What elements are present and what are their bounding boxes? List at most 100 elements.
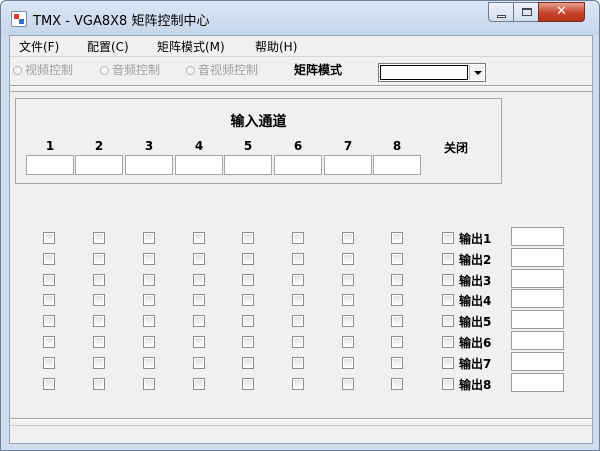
route-checkbox-out8-in4[interactable]: [193, 378, 205, 390]
route-checkbox-out3-in6[interactable]: [292, 274, 304, 286]
route-checkbox-out8-in1[interactable]: [43, 378, 55, 390]
route-checkbox-out7-in8[interactable]: [391, 357, 403, 369]
route-checkbox-out4-in3[interactable]: [143, 294, 155, 306]
route-checkbox-out4-in1[interactable]: [43, 294, 55, 306]
route-checkbox-out7-in5[interactable]: [242, 357, 254, 369]
route-checkbox-out8-in7[interactable]: [342, 378, 354, 390]
route-checkbox-out4-in5[interactable]: [242, 294, 254, 306]
output-5-box[interactable]: [511, 310, 564, 329]
route-checkbox-out3-in4[interactable]: [193, 274, 205, 286]
route-checkbox-out7-in7[interactable]: [342, 357, 354, 369]
route-checkbox-out8-in6[interactable]: [292, 378, 304, 390]
route-checkbox-out3-in5[interactable]: [242, 274, 254, 286]
route-checkbox-out4-in4[interactable]: [193, 294, 205, 306]
input-channel-3-box[interactable]: [125, 155, 173, 175]
input-channel-6-box[interactable]: [274, 155, 322, 175]
route-checkbox-out6-in2[interactable]: [93, 336, 105, 348]
route-checkbox-out6-in4[interactable]: [193, 336, 205, 348]
route-checkbox-out2-in2[interactable]: [93, 253, 105, 265]
route-checkbox-out2-in7[interactable]: [342, 253, 354, 265]
route-checkbox-out4-in6[interactable]: [292, 294, 304, 306]
route-checkbox-out8-in8[interactable]: [391, 378, 403, 390]
route-checkbox-out6-in6[interactable]: [292, 336, 304, 348]
input-channel-2-box[interactable]: [75, 155, 123, 175]
route-checkbox-out2-in4[interactable]: [193, 253, 205, 265]
dropdown-arrow-icon[interactable]: [469, 65, 484, 80]
output-1-box[interactable]: [511, 227, 564, 246]
route-checkbox-out3-in2[interactable]: [93, 274, 105, 286]
route-checkbox-out5-in7[interactable]: [342, 315, 354, 327]
output-3-box[interactable]: [511, 269, 564, 288]
route-checkbox-out1-in6[interactable]: [292, 232, 304, 244]
close-checkbox-out7[interactable]: [442, 357, 454, 369]
route-checkbox-out3-in8[interactable]: [391, 274, 403, 286]
route-checkbox-out7-in4[interactable]: [193, 357, 205, 369]
input-channel-4-box[interactable]: [175, 155, 223, 175]
route-checkbox-out1-in4[interactable]: [193, 232, 205, 244]
route-checkbox-out5-in4[interactable]: [193, 315, 205, 327]
menu-config[interactable]: 配置(C): [87, 38, 129, 55]
route-checkbox-out2-in8[interactable]: [391, 253, 403, 265]
input-channel-7-box[interactable]: [324, 155, 372, 175]
matrix-mode-select[interactable]: [378, 63, 486, 82]
route-checkbox-out5-in1[interactable]: [43, 315, 55, 327]
route-checkbox-out6-in5[interactable]: [242, 336, 254, 348]
radio-av-control[interactable]: 音视频控制: [186, 61, 258, 78]
route-checkbox-out6-in7[interactable]: [342, 336, 354, 348]
route-checkbox-out1-in1[interactable]: [43, 232, 55, 244]
route-checkbox-out4-in2[interactable]: [93, 294, 105, 306]
input-channel-1-box[interactable]: [26, 155, 74, 175]
route-checkbox-out3-in7[interactable]: [342, 274, 354, 286]
route-checkbox-out4-in7[interactable]: [342, 294, 354, 306]
route-checkbox-out4-in8[interactable]: [391, 294, 403, 306]
route-checkbox-out7-in6[interactable]: [292, 357, 304, 369]
route-checkbox-out5-in2[interactable]: [93, 315, 105, 327]
close-checkbox-out6[interactable]: [442, 336, 454, 348]
input-channel-5-box[interactable]: [224, 155, 272, 175]
route-checkbox-out6-in1[interactable]: [43, 336, 55, 348]
maximize-button[interactable]: [513, 2, 539, 22]
output-2-box[interactable]: [511, 248, 564, 267]
radio-video-control[interactable]: 视频控制: [13, 61, 73, 78]
route-checkbox-out8-in5[interactable]: [242, 378, 254, 390]
route-checkbox-out2-in3[interactable]: [143, 253, 155, 265]
close-checkbox-out2[interactable]: [442, 253, 454, 265]
output-7-box[interactable]: [511, 352, 564, 371]
route-checkbox-out6-in3[interactable]: [143, 336, 155, 348]
route-checkbox-out1-in5[interactable]: [242, 232, 254, 244]
input-channel-8-box[interactable]: [373, 155, 421, 175]
output-4-box[interactable]: [511, 289, 564, 308]
minimize-button[interactable]: [488, 2, 514, 22]
close-button[interactable]: ✕: [538, 2, 585, 22]
menu-file[interactable]: 文件(F): [19, 38, 59, 55]
close-checkbox-out3[interactable]: [442, 274, 454, 286]
route-checkbox-out2-in5[interactable]: [242, 253, 254, 265]
route-checkbox-out2-in1[interactable]: [43, 253, 55, 265]
radio-audio-control[interactable]: 音频控制: [100, 61, 160, 78]
route-checkbox-out5-in8[interactable]: [391, 315, 403, 327]
route-checkbox-out1-in8[interactable]: [391, 232, 403, 244]
route-checkbox-out8-in2[interactable]: [93, 378, 105, 390]
route-checkbox-out1-in7[interactable]: [342, 232, 354, 244]
output-8-box[interactable]: [511, 373, 564, 392]
route-checkbox-out1-in3[interactable]: [143, 232, 155, 244]
menu-help[interactable]: 帮助(H): [255, 38, 297, 55]
route-checkbox-out5-in5[interactable]: [242, 315, 254, 327]
route-checkbox-out6-in8[interactable]: [391, 336, 403, 348]
route-checkbox-out7-in1[interactable]: [43, 357, 55, 369]
route-checkbox-out7-in3[interactable]: [143, 357, 155, 369]
output-6-box[interactable]: [511, 331, 564, 350]
route-checkbox-out3-in3[interactable]: [143, 274, 155, 286]
route-checkbox-out5-in6[interactable]: [292, 315, 304, 327]
close-checkbox-out8[interactable]: [442, 378, 454, 390]
route-checkbox-out2-in6[interactable]: [292, 253, 304, 265]
menu-matrix-mode[interactable]: 矩阵模式(M): [157, 38, 225, 55]
route-checkbox-out8-in3[interactable]: [143, 378, 155, 390]
route-checkbox-out7-in2[interactable]: [93, 357, 105, 369]
route-checkbox-out3-in1[interactable]: [43, 274, 55, 286]
close-checkbox-out5[interactable]: [442, 315, 454, 327]
route-checkbox-out5-in3[interactable]: [143, 315, 155, 327]
title-bar[interactable]: TMX - VGA8X8 矩阵控制中心 ✕: [1, 1, 599, 35]
route-checkbox-out1-in2[interactable]: [93, 232, 105, 244]
close-checkbox-out1[interactable]: [442, 232, 454, 244]
